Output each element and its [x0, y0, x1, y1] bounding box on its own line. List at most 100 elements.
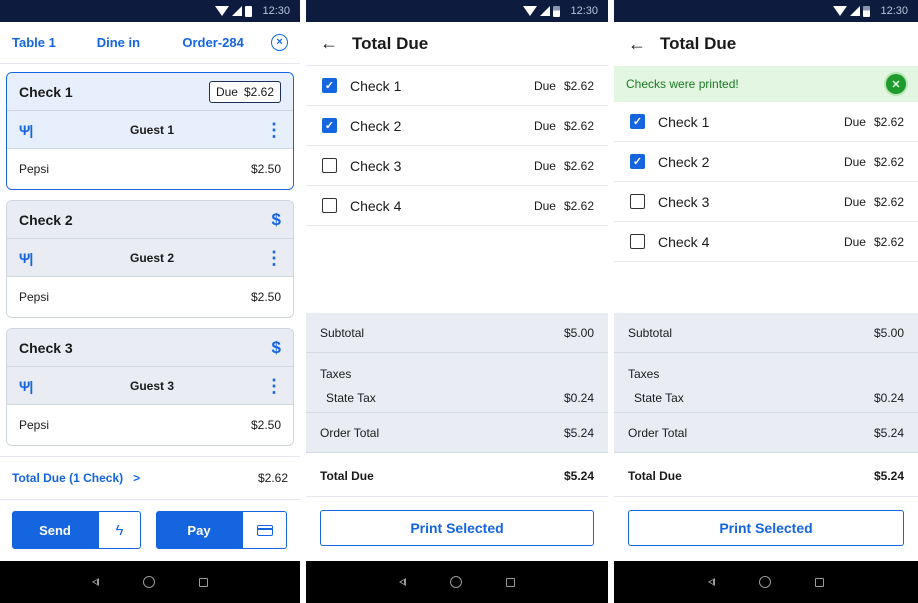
- check-select-row[interactable]: ✓ Check 2 Due $2.62: [614, 142, 918, 182]
- item-price: $2.50: [250, 418, 281, 432]
- status-time: 12:30: [262, 5, 290, 17]
- check-label: Check 2: [658, 153, 710, 170]
- guest-name: Guest 2: [129, 250, 174, 265]
- printed-screen: 12:30 ← Total Due Checks were printed! ✕…: [614, 0, 918, 603]
- order-screen: 12:30 Table 1 Dine in Order-284 × Check …: [0, 0, 300, 603]
- table-label[interactable]: Table 1: [12, 35, 97, 50]
- total-due-label: Total Due: [628, 468, 682, 483]
- total-due-value: $5.24: [873, 468, 904, 483]
- nav-recent-icon[interactable]: [506, 577, 515, 587]
- check-list: Check 1 Due $2.62 Ψ| Guest 1 ⋮ Pepsi $2.…: [0, 64, 300, 446]
- page-title: Total Due: [352, 33, 429, 53]
- due-amount: $2.62: [563, 78, 594, 93]
- dollar-icon[interactable]: $: [272, 338, 281, 358]
- system-nav-bar: [306, 561, 608, 603]
- status-bar: 12:30: [0, 0, 300, 22]
- order-number[interactable]: Order-284: [182, 35, 267, 50]
- due-amount: $2.62: [873, 154, 904, 169]
- check-header: Check 3 $: [7, 329, 293, 367]
- check-select-row[interactable]: ✓ Check 1 Due $2.62: [614, 102, 918, 142]
- due-badge: Due $2.62: [208, 80, 281, 103]
- due-amount: $2.62: [243, 84, 274, 99]
- nav-recent-icon[interactable]: [815, 577, 824, 587]
- check-select-row[interactable]: ✓ Check 1 Due $2.62: [306, 66, 608, 106]
- check-card[interactable]: Check 1 Due $2.62 Ψ| Guest 1 ⋮ Pepsi $2.…: [6, 72, 294, 190]
- check-card[interactable]: Check 3 $ Ψ| Guest 3 ⋮ Pepsi $2.50: [6, 328, 294, 446]
- check-select-row[interactable]: Check 3 Due $2.62: [614, 182, 918, 222]
- banner-message: Checks were printed!: [626, 77, 739, 91]
- check-due: Due $2.62: [534, 79, 594, 93]
- nav-home-icon[interactable]: [143, 576, 155, 588]
- guest-row[interactable]: Ψ| Guest 3 ⋮: [7, 367, 293, 405]
- status-bar: 12:30: [306, 0, 608, 22]
- nav-back-icon[interactable]: [708, 578, 715, 586]
- kebab-menu-icon[interactable]: ⋮: [265, 121, 283, 139]
- order-header: Table 1 Dine in Order-284 ×: [0, 22, 300, 64]
- kebab-menu-icon[interactable]: ⋮: [265, 377, 283, 395]
- list-item[interactable]: Pepsi $2.50: [7, 149, 293, 189]
- due-amount: $2.62: [563, 158, 594, 173]
- subtotal-row: Subtotal $5.00: [306, 313, 608, 353]
- checkbox-icon[interactable]: ✓: [630, 154, 645, 169]
- back-arrow-icon[interactable]: ←: [320, 33, 352, 54]
- dollar-icon[interactable]: $: [272, 210, 281, 230]
- nav-back-icon[interactable]: [399, 578, 406, 586]
- checkbox-icon[interactable]: ✓: [630, 114, 645, 129]
- checkbox-icon[interactable]: [322, 198, 337, 213]
- guest-row[interactable]: Ψ| Guest 2 ⋮: [7, 239, 293, 277]
- checkbox-icon[interactable]: [630, 234, 645, 249]
- fork-knife-icon: Ψ|: [19, 121, 33, 138]
- checkbox-icon[interactable]: [322, 158, 337, 173]
- check-select-row[interactable]: Check 4 Due $2.62: [614, 222, 918, 262]
- guest-row[interactable]: Ψ| Guest 1 ⋮: [7, 111, 293, 149]
- nav-home-icon[interactable]: [450, 576, 462, 588]
- due-label: Due: [533, 158, 556, 173]
- list-item[interactable]: Pepsi $2.50: [7, 277, 293, 317]
- check-card[interactable]: Check 2 $ Ψ| Guest 2 ⋮ Pepsi $2.50: [6, 200, 294, 318]
- print-selected-button[interactable]: Print Selected: [320, 510, 594, 546]
- nav-recent-icon[interactable]: [199, 577, 208, 587]
- subtotal-label: Subtotal: [628, 325, 673, 340]
- check-title: Check 1: [19, 83, 73, 100]
- check-select-row[interactable]: Check 4 Due $2.62: [306, 186, 608, 226]
- print-selected-button[interactable]: Print Selected: [628, 510, 904, 546]
- checkbox-icon[interactable]: ✓: [322, 78, 337, 93]
- subtotal-row: Subtotal $5.00: [614, 313, 918, 353]
- due-amount: $2.62: [873, 114, 904, 129]
- page-title: Total Due: [660, 34, 737, 53]
- lightning-icon[interactable]: ϟ: [98, 511, 141, 549]
- check-header: Check 1 Due $2.62: [7, 73, 293, 111]
- checkbox-icon[interactable]: ✓: [322, 118, 337, 133]
- check-due: Due $2.62: [534, 119, 594, 133]
- total-due-value: $5.24: [563, 468, 594, 483]
- check-due: Due $2.62: [844, 155, 904, 169]
- item-price: $2.50: [250, 290, 281, 304]
- send-button[interactable]: Send: [12, 511, 98, 549]
- nav-back-icon[interactable]: [92, 578, 99, 586]
- back-arrow-icon[interactable]: ←: [628, 34, 660, 55]
- due-label: Due: [843, 194, 866, 209]
- wifi-icon: [523, 6, 538, 16]
- subtotal-label: Subtotal: [320, 325, 365, 340]
- total-due-link[interactable]: Total Due (1 Check) > $2.62: [0, 456, 300, 500]
- due-label: Due: [215, 84, 238, 99]
- battery-icon: [553, 5, 561, 17]
- check-due: Due $2.62: [844, 115, 904, 129]
- pay-button[interactable]: Pay: [156, 511, 242, 549]
- kebab-menu-icon[interactable]: ⋮: [265, 249, 283, 267]
- checkbox-icon[interactable]: [630, 194, 645, 209]
- nav-home-icon[interactable]: [759, 576, 771, 588]
- subtotal-value: $5.00: [873, 325, 904, 340]
- due-amount: $2.62: [873, 194, 904, 209]
- check-select-row[interactable]: Check 3 Due $2.62: [306, 146, 608, 186]
- card-pay-button[interactable]: [242, 511, 287, 549]
- dine-in-label[interactable]: Dine in: [97, 35, 183, 50]
- list-item[interactable]: Pepsi $2.50: [7, 405, 293, 445]
- total-due-text: Total Due (1 Check): [12, 471, 124, 485]
- total-due-row: Total Due $5.24: [306, 455, 608, 497]
- close-circle-icon[interactable]: ×: [271, 34, 288, 51]
- success-close-icon[interactable]: ✕: [886, 74, 906, 94]
- check-label: Check 3: [658, 193, 710, 210]
- check-label: Check 2: [350, 117, 402, 134]
- check-select-row[interactable]: ✓ Check 2 Due $2.62: [306, 106, 608, 146]
